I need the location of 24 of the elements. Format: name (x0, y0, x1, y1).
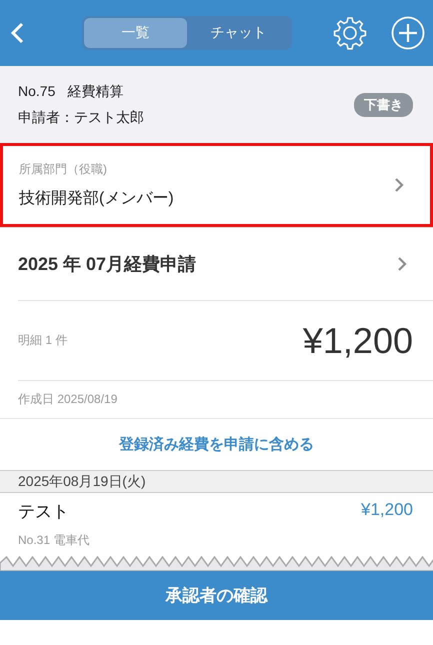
confirm-approver-button[interactable]: 承認者の確認 (0, 571, 433, 620)
request-number: No.75 (18, 82, 56, 98)
date-header: 2025年08月19日(火) (0, 470, 433, 493)
tab[interactable]: 一覧 (84, 18, 187, 48)
tab[interactable]: チャット (187, 18, 290, 48)
status-badge: 下書き (354, 92, 413, 116)
add-icon[interactable] (391, 16, 425, 50)
chevron-icon (397, 256, 407, 272)
expense-amount: ¥1,200 (361, 500, 413, 521)
created-date: 作成日 2025/08/19 (0, 381, 433, 419)
back-icon[interactable] (10, 22, 24, 44)
report-title: 2025 年 07月経費申請 (18, 253, 198, 276)
settings-icon[interactable] (333, 16, 367, 50)
applicant-text: 申請者：テスト太郎 (18, 108, 145, 126)
item-count: 明細 1 件 (18, 332, 68, 349)
expense-detail: No.31 電車代 (18, 532, 90, 549)
chevron-icon (394, 177, 404, 193)
total-amount: ¥1,200 (302, 320, 413, 362)
department-row[interactable]: 所属部門（役職) 技術開発部(メンバー) (0, 143, 433, 227)
department-label: 所属部門（役職) (19, 161, 108, 178)
include-expenses-link[interactable]: 登録済み経費を申請に含める (119, 435, 314, 454)
request-type: 経費精算 (67, 82, 124, 98)
expense-title[interactable]: テスト (18, 500, 69, 523)
department-value: 技術開発部(メンバー) (19, 188, 175, 209)
